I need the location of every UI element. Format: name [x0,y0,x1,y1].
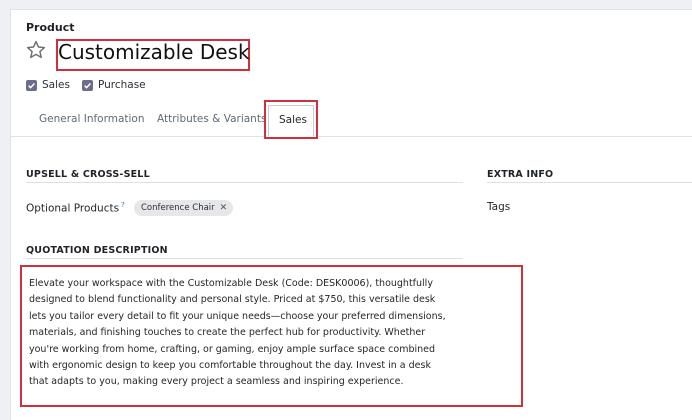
help-tooltip-icon[interactable]: ? [121,201,125,209]
product-name-field[interactable]: Customizable Desk [58,40,250,64]
optional-product-tag: Conference Chair ✕ [134,200,234,216]
extra-info-divider [487,182,692,183]
sales-checkbox[interactable]: Sales [26,79,70,91]
tabs-divider [11,136,692,137]
optional-products-label-text: Optional Products [26,202,120,215]
tab-attributes-variants[interactable]: Attributes & Variants [157,113,266,125]
tags-label: Tags [487,201,511,213]
sales-checkbox-label: Sales [42,79,70,91]
product-label: Product [26,21,75,34]
upsell-divider [26,182,463,183]
remove-tag-icon[interactable]: ✕ [220,203,228,213]
upsell-section-title: UPSELL & CROSS-SELL [26,169,150,180]
quotation-description-title: QUOTATION DESCRIPTION [26,245,168,256]
tab-sales-label: Sales [279,114,307,126]
check-icon [81,79,93,91]
product-form-sheet: Product Customizable Desk Sales Purchase… [10,9,692,420]
tab-general-information[interactable]: General Information [39,113,145,125]
quotation-divider [26,258,463,259]
check-icon [26,79,37,91]
optional-products-label: Optional Products? [26,201,125,215]
purchase-checkbox[interactable]: Purchase [81,79,146,91]
purchase-checkbox-label: Purchase [97,79,146,91]
quotation-description-field[interactable]: Elevate your workspace with the Customiz… [29,276,449,391]
optional-product-tag-label: Conference Chair [141,203,215,213]
extra-info-section-title: EXTRA INFO [487,169,554,180]
star-icon[interactable] [25,39,47,61]
product-type-checks: Sales Purchase [26,79,158,91]
